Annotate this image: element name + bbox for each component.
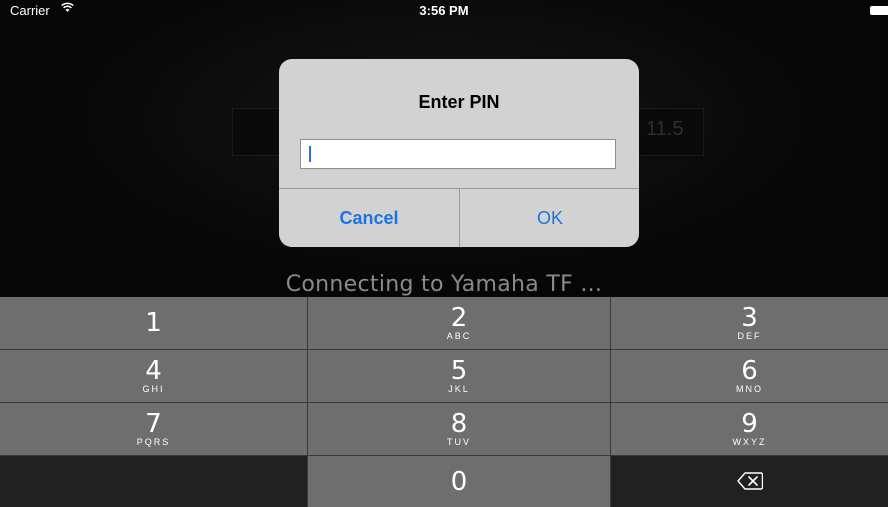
status-bar: Carrier 3:56 PM	[0, 0, 888, 22]
pin-alert-dialog: Enter PIN Cancel OK	[279, 59, 639, 247]
background-value: 11.5	[646, 118, 684, 140]
clock: 3:56 PM	[419, 3, 469, 18]
battery-icon	[870, 6, 888, 15]
delete-key[interactable]	[611, 456, 888, 507]
key-5[interactable]: 5 JKL	[308, 350, 610, 402]
pin-input[interactable]	[300, 139, 616, 169]
key-0[interactable]: 0	[308, 456, 610, 507]
app-screen: 11.5 Carrier 3:56 PM Connecting to Yamah…	[0, 0, 888, 507]
key-2[interactable]: 2 ABC	[308, 297, 610, 349]
key-empty	[0, 456, 307, 507]
dialog-title: Enter PIN	[418, 92, 500, 112]
key-1[interactable]: 1	[0, 297, 307, 349]
key-6[interactable]: 6 MNO	[611, 350, 888, 402]
text-caret	[309, 146, 311, 162]
numeric-keypad: 1 2 ABC 3 DEF 4 GHI 5 JKL 6 MNO 7 PQRS 8	[0, 297, 888, 507]
key-9[interactable]: 9 WXYZ	[611, 403, 888, 455]
cancel-button[interactable]: Cancel	[279, 189, 459, 247]
key-3[interactable]: 3 DEF	[611, 297, 888, 349]
ok-button[interactable]: OK	[460, 189, 639, 247]
backspace-icon	[736, 472, 763, 490]
key-4[interactable]: 4 GHI	[0, 350, 307, 402]
key-8[interactable]: 8 TUV	[308, 403, 610, 455]
key-7[interactable]: 7 PQRS	[0, 403, 307, 455]
connecting-status: Connecting to Yamaha TF ...	[285, 272, 603, 297]
